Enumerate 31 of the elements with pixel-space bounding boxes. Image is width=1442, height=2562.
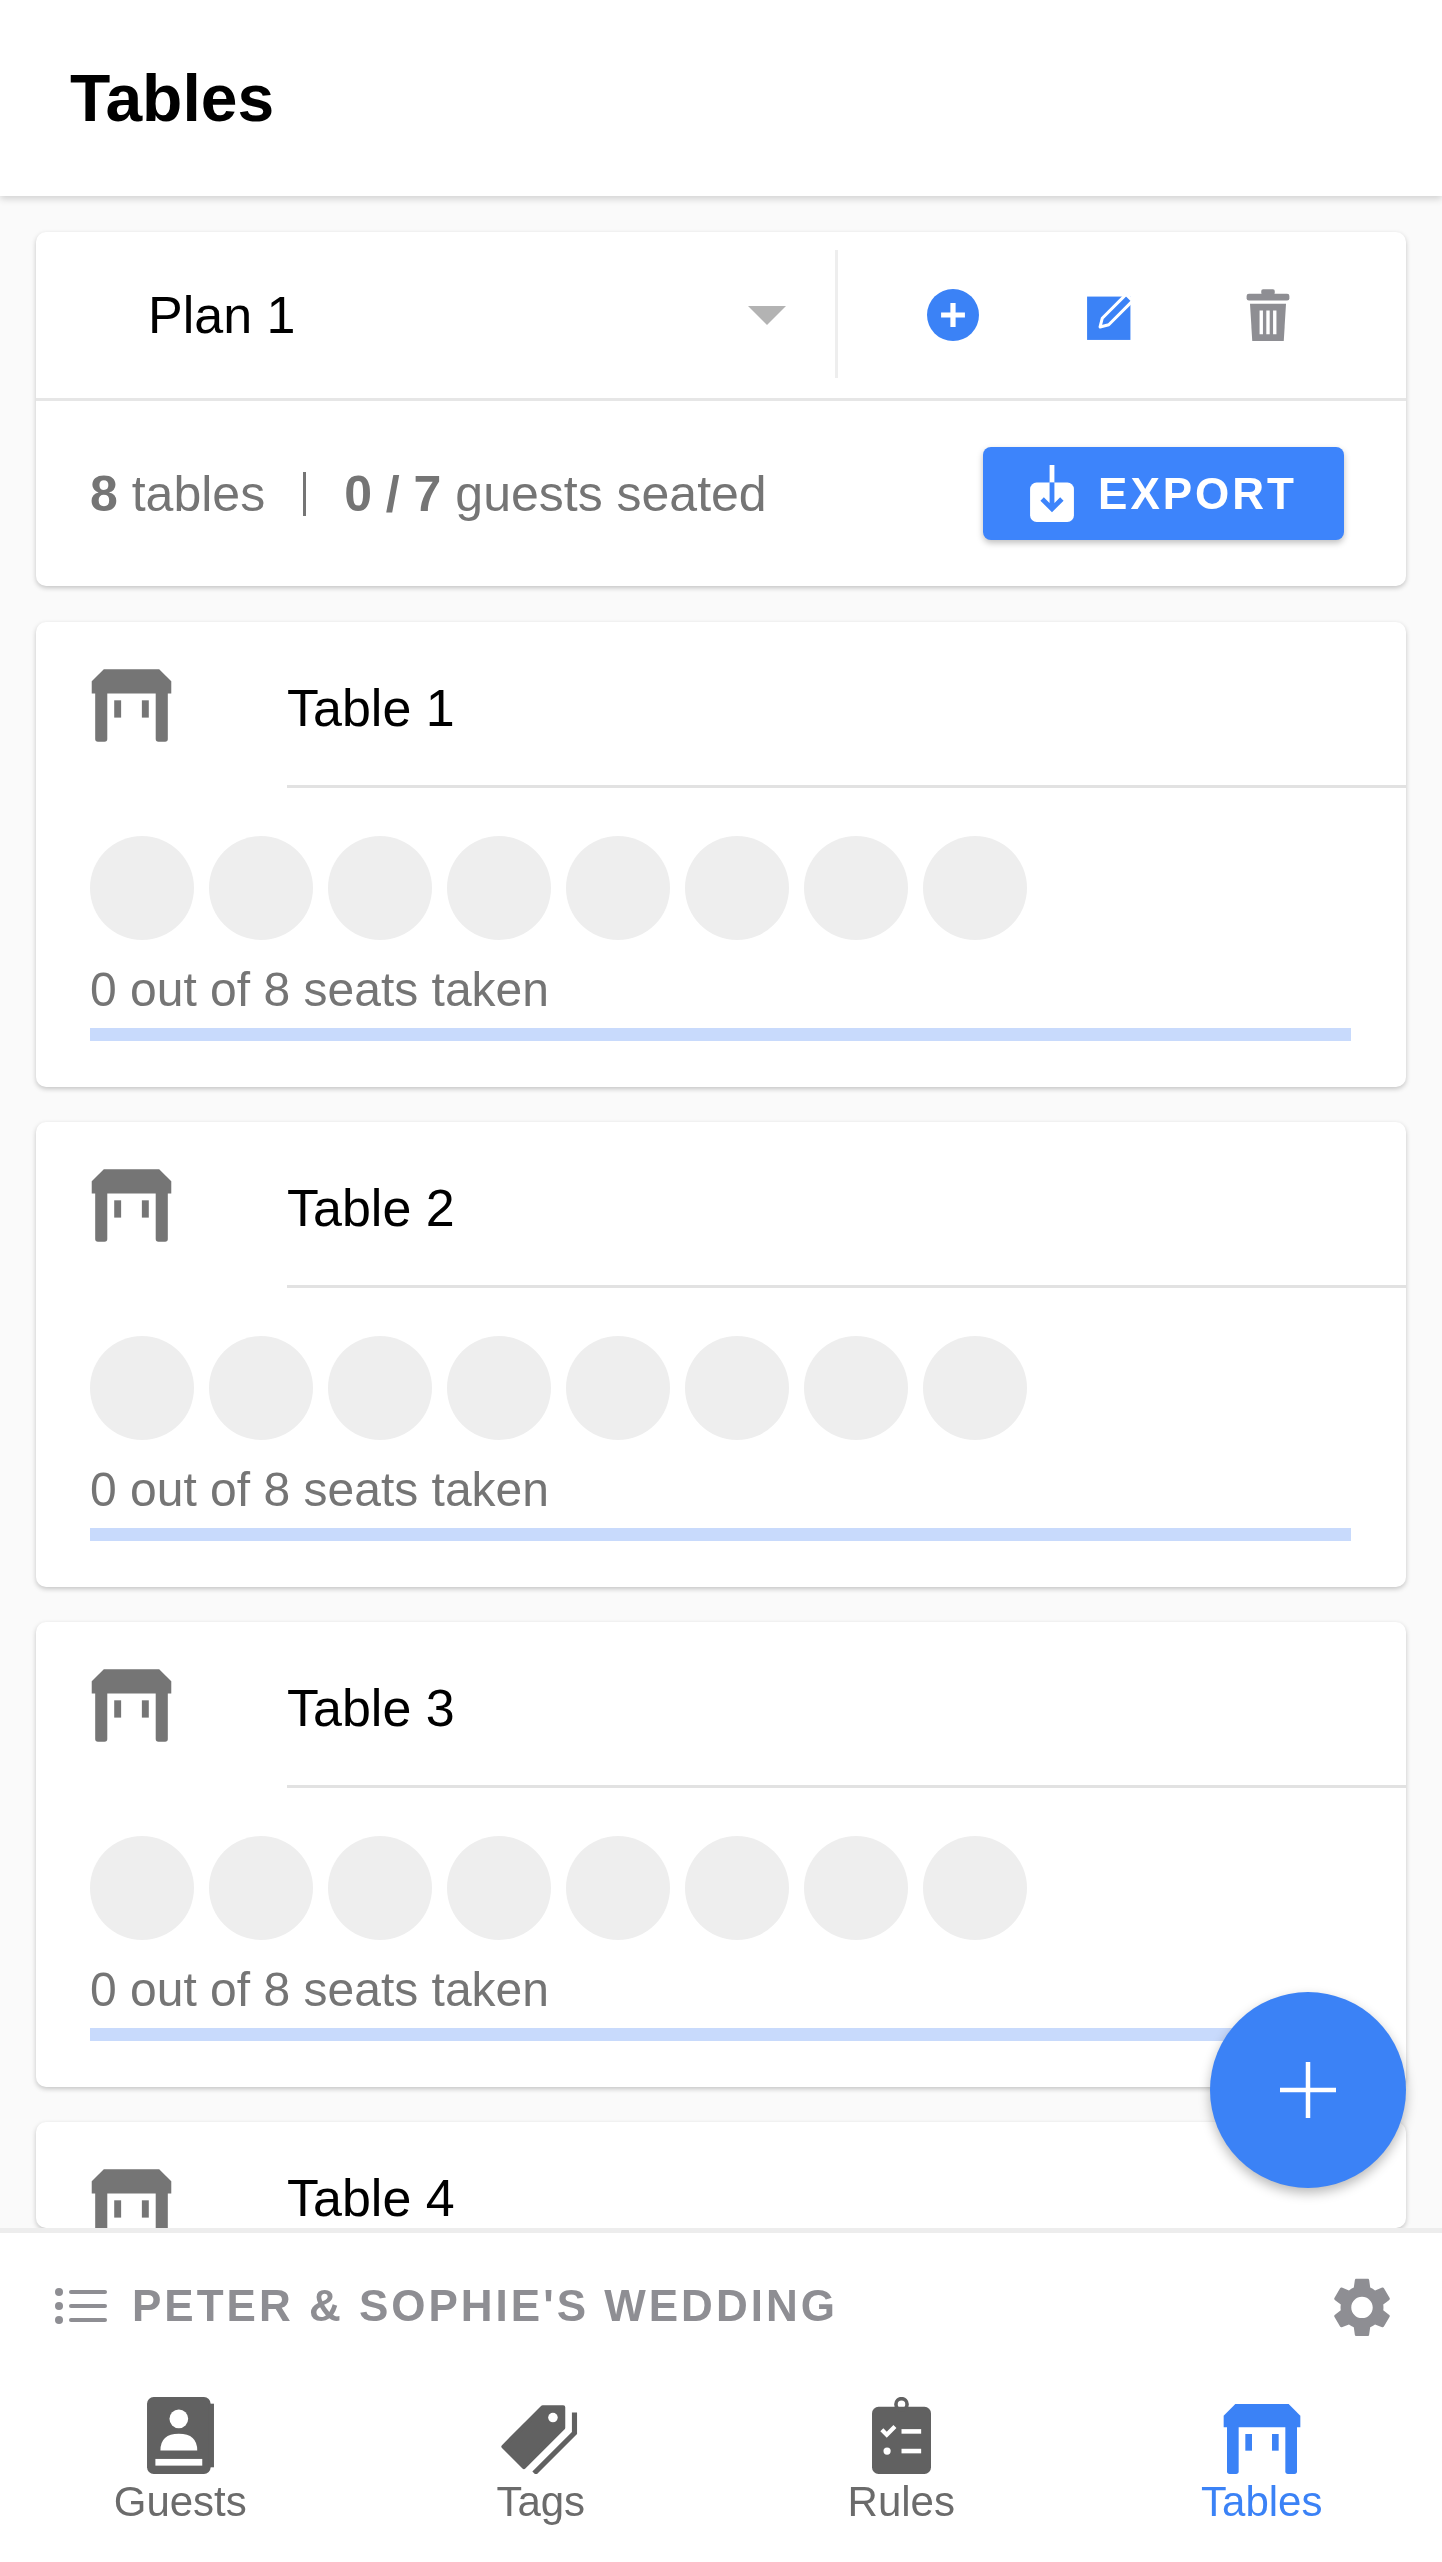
table-icon bbox=[90, 668, 173, 742]
seats-status: 0 out of 8 seats taken bbox=[90, 1462, 550, 1518]
table-name-field[interactable]: Table 3 bbox=[287, 1622, 1406, 1788]
nav-tab[interactable]: Guests bbox=[101, 2394, 259, 2527]
table-count: 8 tables bbox=[90, 464, 266, 523]
contact-book-icon bbox=[145, 2397, 215, 2474]
export-button[interactable]: EXPORT bbox=[983, 447, 1344, 540]
seats-status: 0 out of 8 seats taken bbox=[90, 962, 550, 1018]
caret-icon bbox=[748, 305, 786, 325]
table-name-field[interactable]: Table 2 bbox=[287, 1122, 1406, 1288]
nav-tab[interactable]: Tables bbox=[1189, 2394, 1335, 2527]
event-menu-button[interactable]: PETER & SOPHIE'S WEDDING bbox=[55, 2281, 838, 2331]
plan-dropdown[interactable]: Plan 1 bbox=[36, 232, 835, 398]
seats-status: 0 out of 8 seats taken bbox=[90, 1962, 550, 2018]
settings-icon[interactable] bbox=[1334, 2276, 1390, 2336]
table-name-field[interactable]: Table 4 bbox=[287, 2122, 455, 2228]
plus-icon bbox=[1280, 2062, 1336, 2118]
list-icon bbox=[55, 2288, 107, 2324]
page-title: Tables bbox=[70, 60, 275, 136]
table-icon bbox=[90, 2169, 173, 2228]
table-icon bbox=[90, 1168, 173, 1242]
table-icon bbox=[1221, 2404, 1302, 2474]
download-icon bbox=[1030, 465, 1075, 522]
trash-icon[interactable] bbox=[1245, 288, 1291, 342]
seated-count: 0 / 7 guests seated bbox=[344, 464, 767, 523]
table-icon bbox=[90, 1668, 173, 1742]
nav-tab[interactable]: Rules bbox=[835, 2394, 967, 2527]
table-name-field[interactable]: Table 1 bbox=[287, 622, 1406, 788]
nav-tab[interactable]: Tags bbox=[484, 2394, 598, 2527]
clipboard-checklist-icon bbox=[871, 2397, 931, 2474]
plus-circle-icon[interactable] bbox=[927, 289, 979, 341]
